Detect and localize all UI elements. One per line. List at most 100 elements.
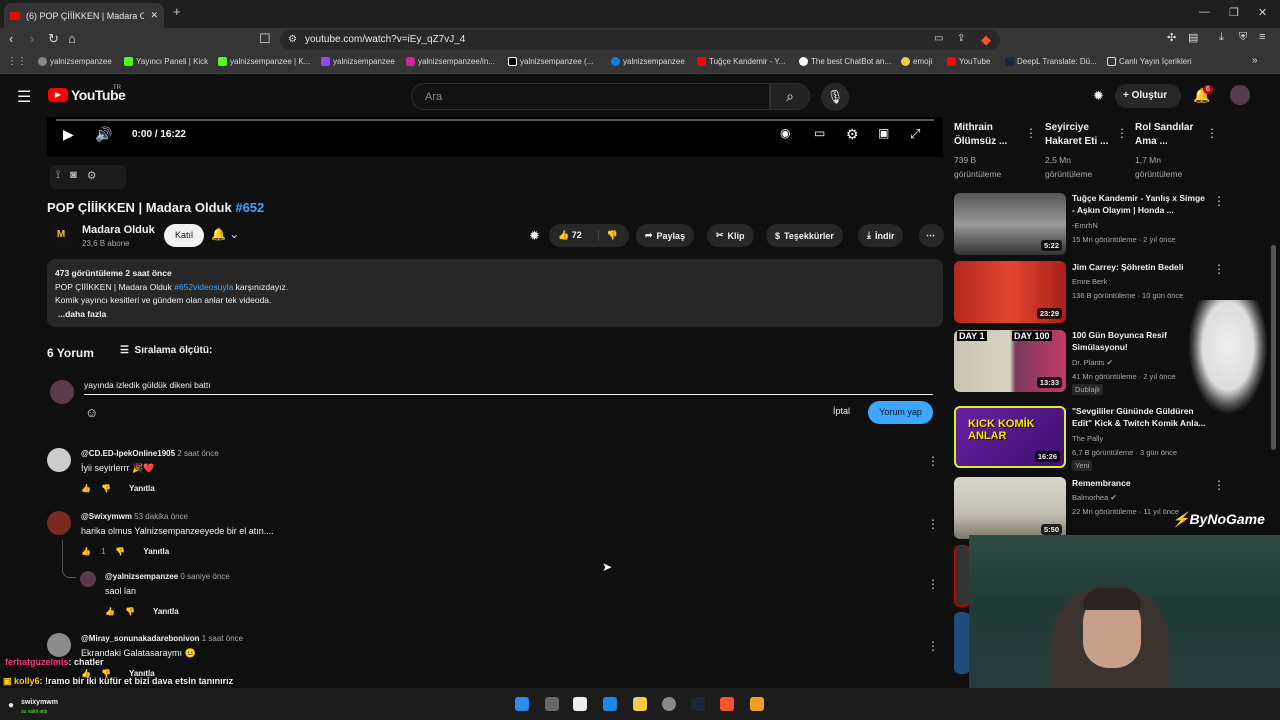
thanks-button[interactable]: $ Teşekkürler (766, 224, 843, 247)
store-icon[interactable] (603, 697, 617, 711)
comment-author[interactable]: @Swixymwm 53 dakika önce (81, 512, 188, 521)
sidebar-icon[interactable]: ▤ (1188, 31, 1198, 44)
video-menu-icon[interactable]: ⋮ (1213, 194, 1225, 208)
broadcast-icon[interactable]: ⟟ (56, 169, 60, 185)
search-button[interactable]: ⌕ (770, 83, 810, 110)
like-icon[interactable]: 👍 (105, 607, 115, 616)
description-box[interactable]: 473 görüntüleme 2 saat önce POP ÇİİİKKEN… (47, 259, 943, 327)
task-view-icon[interactable] (545, 697, 559, 711)
video-menu-icon[interactable]: ⋮ (1025, 126, 1037, 140)
forward-icon[interactable]: › (30, 31, 34, 46)
windows-start-icon[interactable] (515, 697, 529, 711)
like-icon[interactable]: 👍 (81, 484, 91, 493)
video-thumbnail[interactable]: KICK KOMİK ANLAR 16:26 (954, 406, 1066, 468)
dislike-icon[interactable]: 👎 (125, 607, 135, 616)
home-icon[interactable]: ⌂ (68, 31, 76, 46)
comment-menu-icon[interactable]: ⋮ (927, 639, 939, 653)
video-thumbnail[interactable] (954, 612, 970, 674)
related-video-channel[interactable]: -EmrhN (1072, 220, 1098, 231)
brave-shield-icon[interactable]: ◆ (981, 32, 991, 48)
bookmark-item[interactable]: Yayıncı Paneli | Kick (124, 57, 208, 66)
title-hashtag[interactable]: #652 (235, 200, 264, 215)
video-thumbnail[interactable]: DAY 1 DAY 100 13:33 (954, 330, 1066, 392)
video-menu-icon[interactable]: ⋮ (1116, 126, 1128, 140)
related-video-title[interactable]: Tuğçe Kandemir - Yanlış x Simge - Aşkın … (1072, 192, 1207, 216)
extension-settings-icon[interactable]: ⚙ (87, 169, 97, 185)
cancel-button[interactable]: İptal (833, 406, 850, 416)
sponsor-icon[interactable]: ✹ (529, 228, 540, 244)
progress-bar[interactable] (56, 119, 934, 121)
avatar[interactable] (47, 448, 71, 472)
browser-tab[interactable]: (6) POP ÇİİİKKEN | Madara Olduk ✕ (4, 3, 164, 28)
close-window-icon[interactable]: ✕ (1258, 6, 1267, 19)
related-video-title[interactable]: Seyirciye Hakaret Eti ... (1045, 121, 1115, 149)
share-page-icon[interactable]: ⇪ (957, 33, 965, 44)
hamburger-menu-icon[interactable]: ☰ (17, 87, 31, 107)
reply-button[interactable]: Yanıtla (129, 484, 155, 493)
new-tab-icon[interactable]: + (173, 4, 181, 19)
back-icon[interactable]: ‹ (9, 31, 13, 46)
show-more-link[interactable]: ...daha fazla (55, 308, 935, 322)
comment-author[interactable]: @CD.ED-IpekOnline1905 2 saat önce (81, 449, 219, 458)
video-thumbnail[interactable]: 5:22 (954, 193, 1066, 255)
bookmark-item[interactable]: yalnizsempanzee (38, 57, 112, 66)
dislike-icon[interactable]: 👎 (115, 547, 125, 556)
fullscreen-icon[interactable]: ⤢ (910, 126, 920, 142)
restore-icon[interactable]: ❐ (1229, 6, 1239, 19)
download-icon[interactable]: ⤓ (1219, 31, 1224, 44)
related-video-channel[interactable]: Dr. Plants ✔ (1072, 357, 1113, 368)
like-button[interactable]: 👍 72 (558, 230, 582, 241)
related-video-title[interactable]: Rol Sandılar Ama ... (1135, 121, 1205, 149)
site-info-icon[interactable]: ⚙ (288, 34, 297, 45)
bookmark-item[interactable]: YouTube (947, 57, 990, 66)
create-button[interactable]: + Oluştur (1115, 84, 1181, 108)
related-video-title[interactable]: Jim Carrey: Şöhretin Bedeli (1072, 261, 1207, 273)
reply-button[interactable]: Yanıtla (153, 607, 179, 616)
volume-icon[interactable]: 🔊 (95, 126, 112, 143)
related-video-title[interactable]: 100 Gün Boyunca Resif Simülasyonu! (1072, 329, 1207, 353)
brave-browser-icon[interactable] (720, 697, 734, 711)
search-input[interactable]: Ara (411, 83, 770, 110)
bookmark-item[interactable]: Tuğçe Kandemir - Y... (697, 57, 785, 66)
obs-icon[interactable] (662, 697, 676, 711)
bookmark-item[interactable]: DeepL Translate: Dü... (1005, 57, 1097, 66)
bookmark-item[interactable]: yalnizsempanzee/in... (406, 57, 495, 66)
video-thumbnail[interactable] (954, 545, 970, 607)
subtitles-icon[interactable]: ▭ (814, 126, 825, 140)
emoji-picker-icon[interactable]: ☺ (85, 405, 98, 420)
voice-search-button[interactable]: 🎙 (821, 83, 849, 111)
dislike-icon[interactable]: 👎 (101, 484, 111, 493)
video-player[interactable]: ▶ 🔊 0:00 / 16:22 ◉ ▭ ⚙ ▣ ⤢ (47, 117, 943, 157)
related-video-channel[interactable]: Balmorhea ✔ (1072, 492, 1117, 503)
apps-icon[interactable]: ⋮⋮ (7, 56, 27, 67)
reload-icon[interactable]: ↻ (48, 31, 59, 47)
video-thumbnail[interactable]: 23:29 (954, 261, 1066, 323)
settings-gear-icon[interactable]: ⚙ (846, 126, 859, 143)
related-video-title[interactable]: Mithrain Ölümsüz ... (954, 121, 1024, 149)
share-button[interactable]: ➦ Paylaş (636, 224, 695, 247)
steam-icon[interactable] (691, 697, 705, 711)
more-actions-button[interactable]: ⋯ (919, 224, 944, 247)
post-comment-button[interactable]: Yorum yap (868, 401, 933, 424)
play-icon[interactable]: ▶ (63, 126, 74, 143)
bookmark-item[interactable]: emoji (901, 57, 932, 66)
related-video-title[interactable]: "Sevgililer Gününde Güldüren Edit" Kick … (1072, 405, 1207, 429)
description-hashtag[interactable]: #652videosuyla (174, 282, 233, 292)
menu-icon[interactable]: ≡ (1259, 31, 1265, 43)
more-bookmarks-icon[interactable]: » (1252, 55, 1258, 66)
channel-name[interactable]: Madara Olduk (82, 224, 155, 236)
like-icon[interactable]: 👍 (81, 547, 91, 556)
youtube-logo-icon[interactable]: ▶ (48, 88, 68, 102)
screenshot-camera-icon[interactable]: ◙ (70, 169, 77, 185)
avatar[interactable] (80, 571, 96, 587)
bookmark-icon[interactable]: ☐ (259, 31, 271, 47)
video-thumbnail[interactable]: 5:50 (954, 477, 1066, 539)
related-video-title[interactable]: Remembrance (1072, 477, 1207, 489)
bookmark-item[interactable]: yalnizsempanzee (321, 57, 395, 66)
studio-icon[interactable]: ✹ (1093, 88, 1104, 104)
url-field[interactable]: youtube.com/watch?v=iEy_qZ7vJ_4 (280, 30, 1000, 50)
bookmark-item[interactable]: The best ChatBot an... (799, 57, 891, 66)
extensions-icon[interactable]: ✣ (1167, 31, 1176, 44)
theater-mode-icon[interactable]: ▣ (878, 126, 889, 140)
bookmark-item[interactable]: yalnizsempanzee (611, 57, 685, 66)
